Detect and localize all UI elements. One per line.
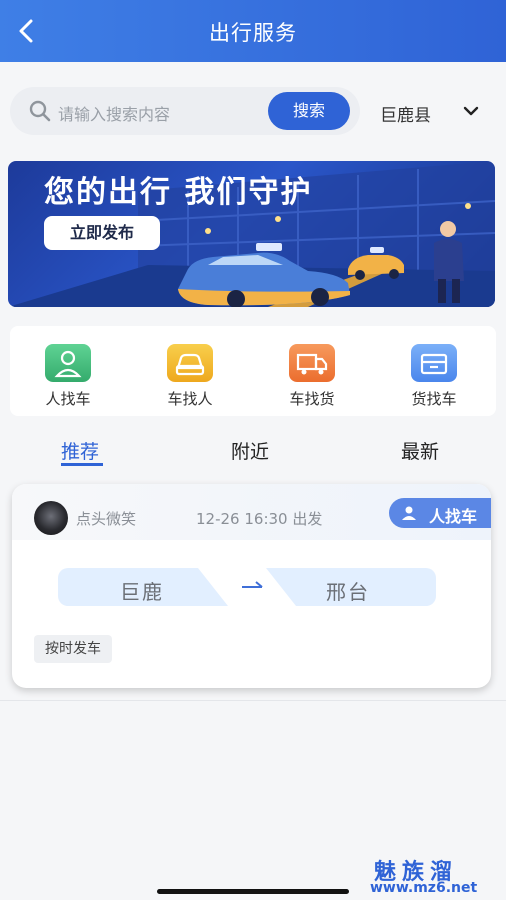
route-from: 巨鹿 [120,580,164,604]
username: 点头微笑 [76,510,137,528]
person-icon [402,506,416,520]
listing-card[interactable]: 点头微笑 12-26 16:30 出发 人找车 巨鹿 邢台 按时发车 [12,484,491,688]
publish-now-button[interactable]: 立即发布 [44,216,160,250]
banner-headline: 您的出行 我们守护 [44,175,313,210]
category-car-find-cargo[interactable]: 车找货 [272,344,352,409]
category-cargo-find-car[interactable]: 货找车 [394,344,474,409]
tab-latest[interactable]: 最新 [401,437,439,464]
avatar [34,501,68,535]
listing-tag: 按时发车 [34,635,112,663]
car-icon [167,344,213,382]
search-row: 请输入搜索内容 搜索 巨鹿县 [0,62,506,162]
departure-time: 12-26 16:30 出发 [196,510,323,528]
active-tab-indicator [61,463,103,466]
chevron-down-icon[interactable] [462,102,480,120]
category-label: 货找车 [411,390,457,408]
route-to: 邢台 [326,580,370,604]
tab-nearby[interactable]: 附近 [231,437,269,464]
promo-banner[interactable]: 您的出行 我们守护 立即发布 [8,161,495,307]
category-grid: 人找车 车找人 车找货 货找车 [10,326,496,416]
listing-type-badge: 人找车 [389,498,491,528]
category-label: 车找人 [167,390,213,408]
person-icon [45,344,91,382]
city-selector[interactable]: 巨鹿县 [380,101,431,126]
category-label: 车找货 [289,390,335,408]
search-input[interactable]: 请输入搜索内容 搜索 [10,87,360,135]
truck-icon [289,344,335,382]
category-car-find-person[interactable]: 车找人 [150,344,230,409]
app-header: 出行服务 [0,0,506,62]
card-header: 点头微笑 12-26 16:30 出发 人找车 [12,484,491,540]
tab-recommended[interactable]: 推荐 [61,437,99,464]
tab-bar: 推荐 附近 最新 [0,420,506,480]
divider [0,700,506,701]
watermark-url: www.mz6.net [370,880,478,896]
category-person-find-car[interactable]: 人找车 [28,344,108,409]
page-title: 出行服务 [209,21,297,45]
search-icon [29,100,51,122]
listing-type-label: 人找车 [429,507,478,526]
search-button[interactable]: 搜索 [268,92,350,130]
box-icon [411,344,457,382]
category-label: 人找车 [45,390,91,408]
route-arrow-icon [242,581,263,588]
home-indicator[interactable] [157,889,349,894]
search-placeholder: 请输入搜索内容 [58,105,171,124]
